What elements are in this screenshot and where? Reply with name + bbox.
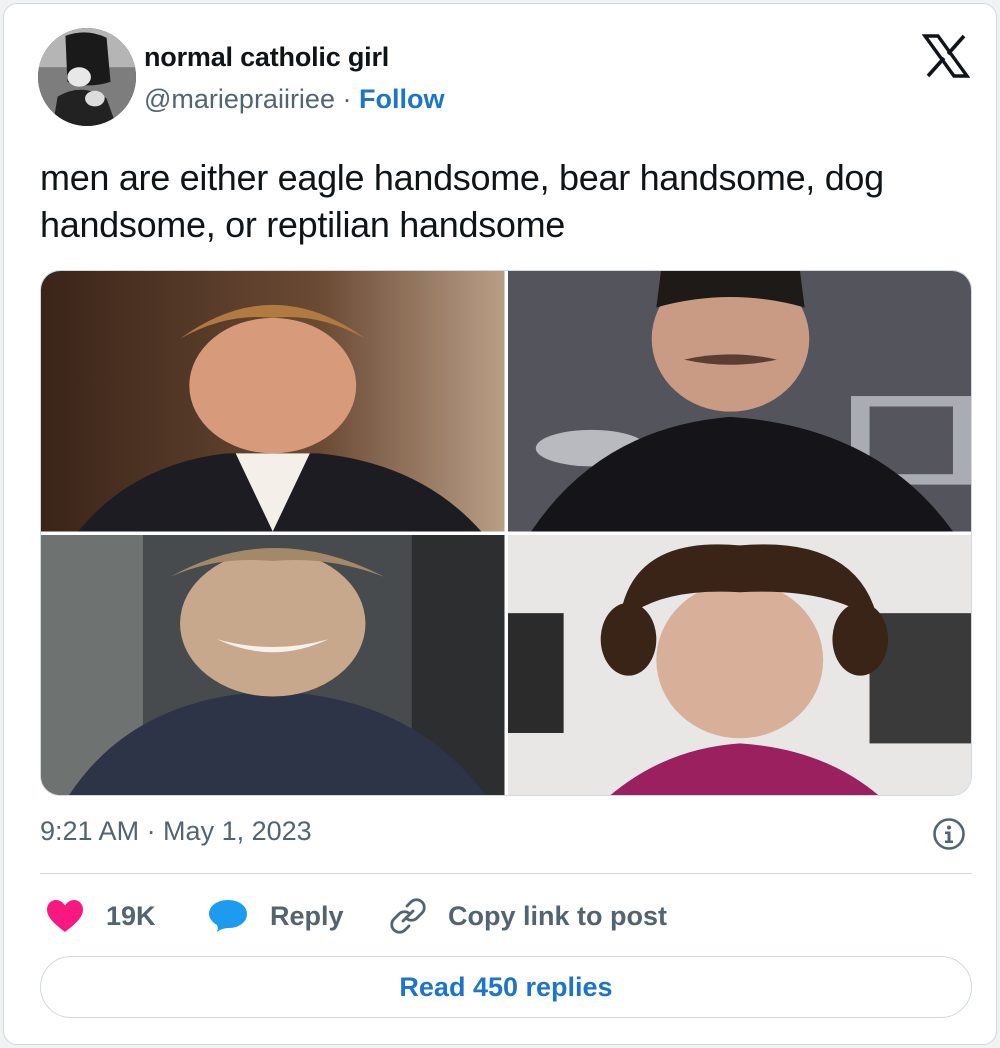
copy-link-label: Copy link to post bbox=[448, 900, 667, 931]
author-avatar[interactable] bbox=[38, 28, 136, 126]
photo-grid[interactable] bbox=[40, 270, 972, 796]
tweet-text: men are either eagle handsome, bear hand… bbox=[40, 157, 884, 245]
reply-button[interactable]: Reply bbox=[208, 896, 344, 936]
like-button[interactable]: 19K bbox=[46, 896, 156, 936]
photo-top-right[interactable] bbox=[507, 271, 971, 532]
portrait-image bbox=[41, 534, 505, 795]
avatar-image bbox=[38, 28, 136, 126]
divider bbox=[40, 873, 972, 874]
read-replies-button[interactable]: Read 450 replies bbox=[40, 956, 972, 1018]
x-logo-icon[interactable] bbox=[922, 34, 970, 78]
author-display-name[interactable]: normal catholic girl bbox=[144, 42, 389, 73]
like-count: 19K bbox=[106, 900, 156, 931]
author-handle-line: @mariepraiiriee · Follow bbox=[144, 84, 444, 115]
info-icon[interactable] bbox=[932, 817, 966, 851]
portrait-image bbox=[507, 271, 971, 532]
author-handle[interactable]: @mariepraiiriee bbox=[144, 84, 335, 114]
tweet-timestamp[interactable]: 9:21 AM · May 1, 2023 bbox=[40, 816, 312, 847]
heart-icon bbox=[46, 899, 84, 933]
photo-bottom-right[interactable] bbox=[507, 534, 971, 795]
photo-bottom-left[interactable] bbox=[41, 534, 505, 795]
tweet-card: normal catholic girl @mariepraiiriee · F… bbox=[3, 3, 997, 1045]
portrait-image bbox=[507, 534, 971, 795]
portrait-image bbox=[41, 271, 505, 532]
photo-top-left[interactable] bbox=[41, 271, 505, 532]
copy-link-button[interactable]: Copy link to post bbox=[390, 896, 667, 936]
speech-bubble-icon bbox=[208, 898, 248, 934]
follow-button[interactable]: Follow bbox=[359, 84, 444, 114]
reply-label: Reply bbox=[270, 900, 344, 931]
link-icon bbox=[390, 898, 426, 934]
handle-separator: · bbox=[334, 84, 359, 114]
